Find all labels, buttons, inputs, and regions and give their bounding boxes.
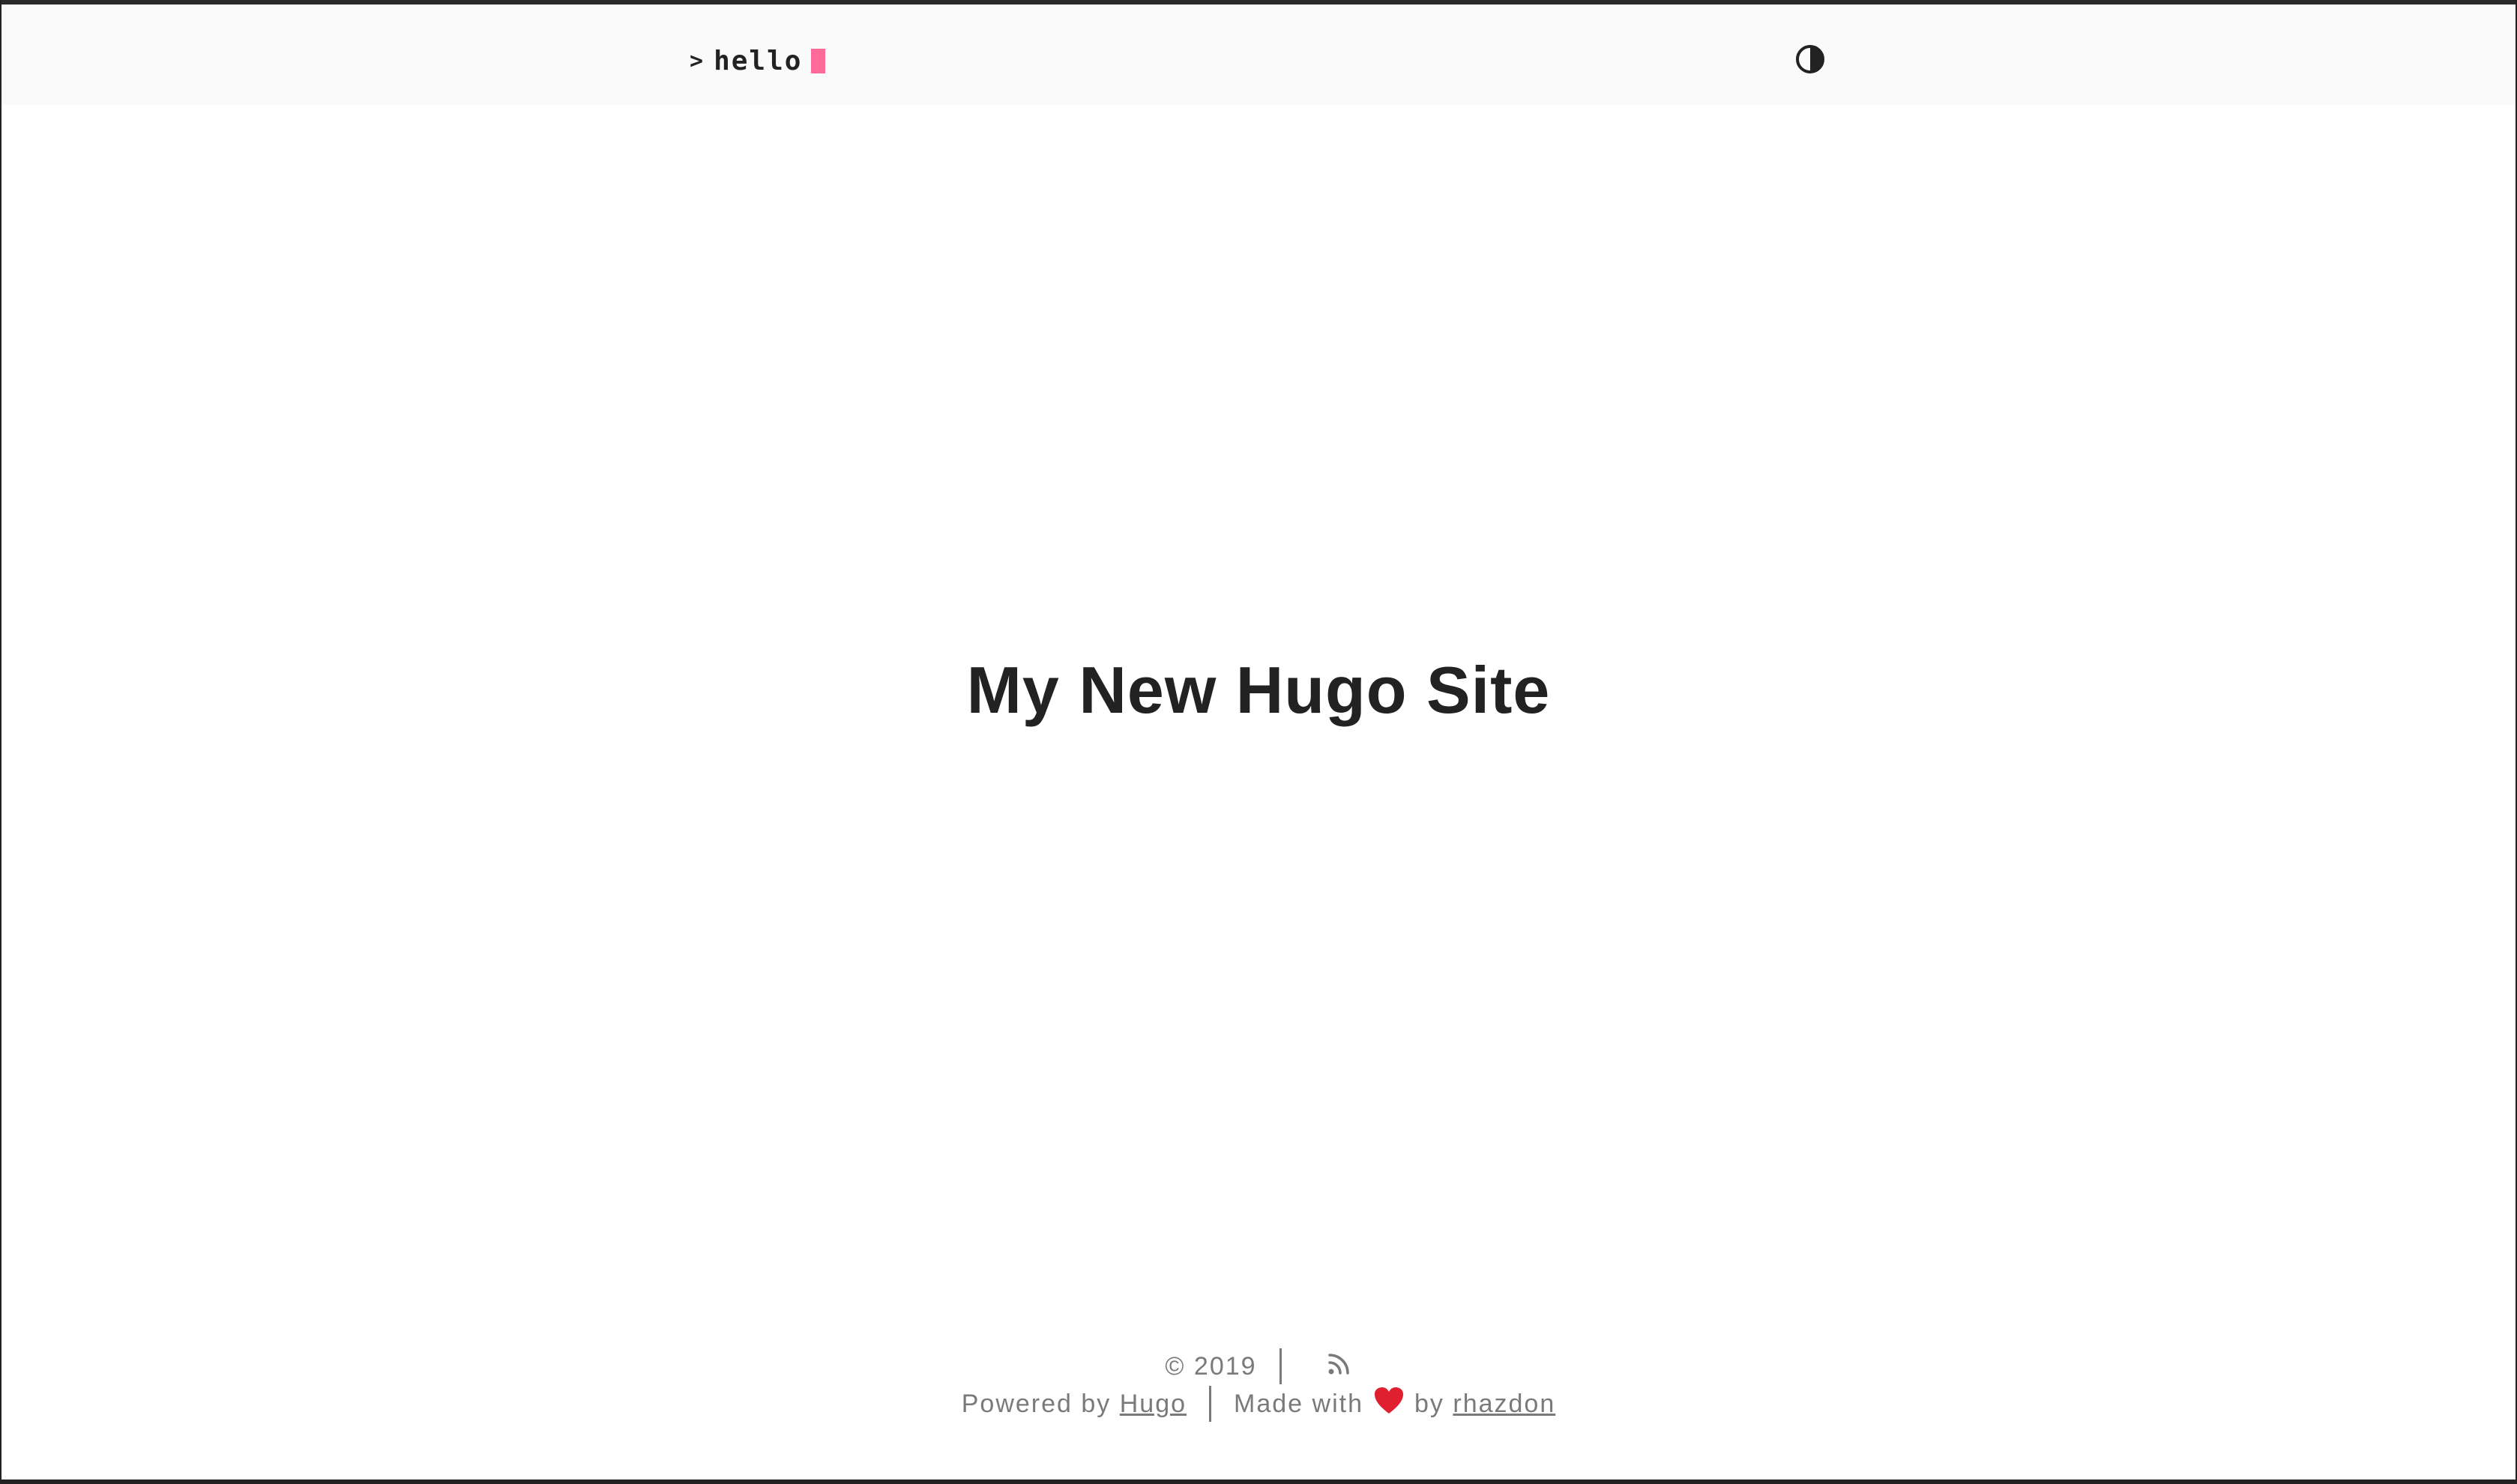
- footer-divider: [1209, 1386, 1212, 1422]
- powered-by-text: Powered by: [961, 1389, 1112, 1418]
- theme-toggle-button[interactable]: [1794, 43, 1826, 75]
- logo-cursor: [811, 48, 826, 73]
- rss-icon: [1327, 1353, 1352, 1382]
- hugo-link[interactable]: Hugo: [1120, 1390, 1187, 1419]
- author-link[interactable]: rhazdon: [1453, 1390, 1555, 1419]
- site-header: > hello: [1, 4, 2516, 105]
- logo-text: hello: [714, 45, 803, 76]
- footer-divider: [1279, 1348, 1282, 1384]
- page-title: My New Hugo Site: [966, 653, 1551, 727]
- logo-prompt: >: [690, 47, 704, 74]
- copyright-text: © 2019: [1165, 1351, 1257, 1381]
- site-logo[interactable]: > hello: [690, 42, 826, 79]
- by-text: by: [1414, 1389, 1444, 1418]
- heart-icon: [1374, 1387, 1404, 1422]
- rss-link[interactable]: [1327, 1351, 1352, 1383]
- site-footer: © 2019 Powered by Hugo Made with by rhaz…: [1, 1348, 2516, 1423]
- contrast-icon: [1794, 43, 1826, 75]
- footer-row-credits: Powered by Hugo Made with by rhazdon: [1, 1385, 2516, 1423]
- page: > hello My New Hugo Site © 2019 Powered …: [0, 0, 2517, 1484]
- made-with-text: Made with: [1234, 1389, 1363, 1418]
- footer-row-copyright: © 2019: [1, 1348, 2516, 1385]
